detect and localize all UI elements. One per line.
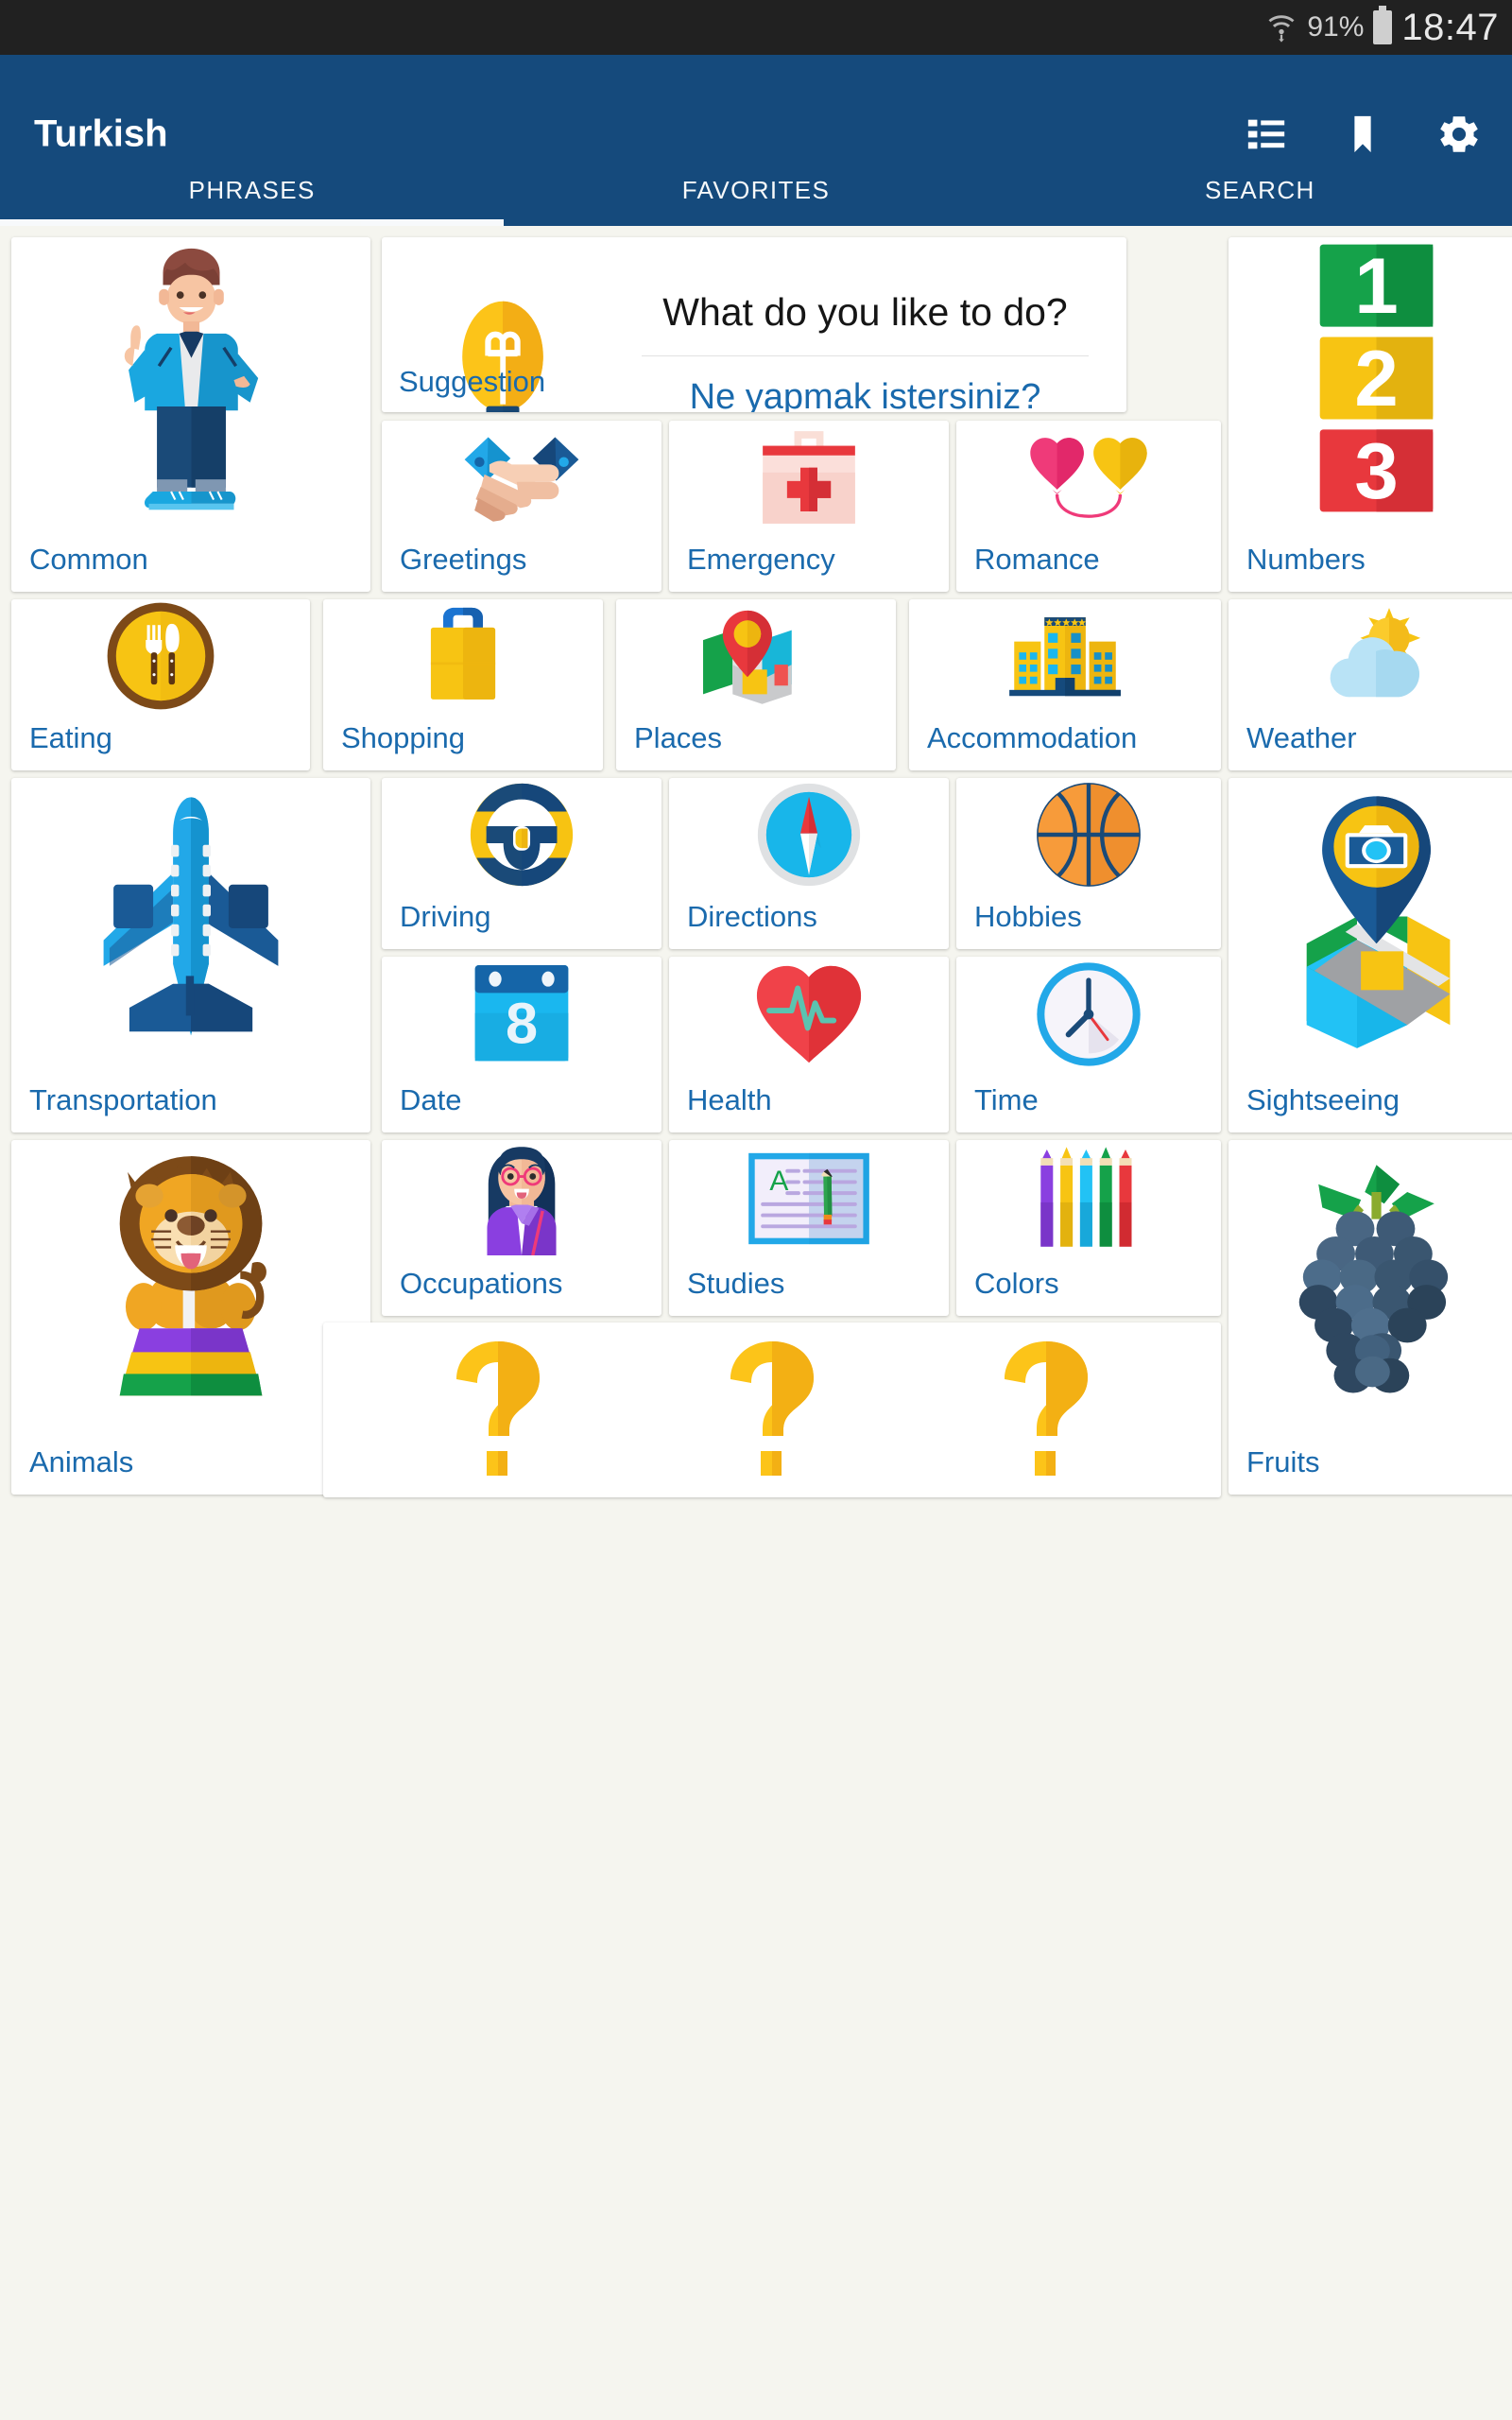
basketball-icon [956, 778, 1221, 890]
tab-bar: PHRASES FAVORITES SEARCH [0, 154, 1512, 226]
question-mark-icon [721, 1338, 823, 1482]
heart-balloons-icon [956, 421, 1221, 533]
category-label: Emergency [687, 543, 835, 576]
fork-knife-icon [11, 599, 310, 712]
category-card-greetings[interactable]: Greetings [382, 421, 662, 592]
category-card-romance[interactable]: Romance [956, 421, 1221, 592]
category-label: Hobbies [974, 900, 1082, 933]
category-label: Accommodation [927, 721, 1138, 754]
category-card-health[interactable]: Health [669, 957, 949, 1132]
handshake-icon [382, 421, 662, 533]
category-card-animals[interactable]: Animals [11, 1140, 370, 1495]
lion-icon [11, 1140, 370, 1421]
category-card-eating[interactable]: Eating [11, 599, 310, 770]
category-card-shopping[interactable]: Shopping [323, 599, 603, 770]
sun-cloud-icon [1228, 599, 1512, 712]
bookmark-icon[interactable] [1338, 110, 1387, 159]
category-card-hobbies[interactable]: Hobbies [956, 778, 1221, 949]
first-aid-kit-icon [669, 421, 949, 533]
category-label: Colors [974, 1267, 1059, 1300]
colored-pencils-icon [956, 1140, 1221, 1257]
steering-wheel-icon [382, 778, 662, 890]
svg-text:2: 2 [1354, 335, 1398, 423]
category-card-fruits[interactable]: Fruits [1228, 1140, 1512, 1495]
category-label: Occupations [400, 1267, 563, 1300]
category-label: Time [974, 1083, 1039, 1116]
category-label: Health [687, 1083, 772, 1116]
svg-text:1: 1 [1354, 242, 1398, 330]
category-card-driving[interactable]: Driving [382, 778, 662, 949]
category-card-date[interactable]: 8 Date [382, 957, 662, 1132]
suggestion-label: Suggestion [399, 365, 546, 398]
svg-text:3: 3 [1354, 426, 1398, 514]
category-label: Common [29, 543, 148, 576]
category-card-common[interactable]: Common [11, 237, 370, 592]
app-bar: Turkish PHRASES FAVORITES SEARCH [0, 55, 1512, 226]
wifi-icon [1265, 11, 1297, 43]
notebook-pencil-icon: A [669, 1140, 949, 1257]
category-label: Places [634, 721, 723, 754]
category-label: Studies [687, 1267, 785, 1300]
category-card-accommodation[interactable]: Accommodation [909, 599, 1221, 770]
category-card-occupations[interactable]: Occupations [382, 1140, 662, 1316]
svg-text:A: A [769, 1166, 788, 1197]
category-card-studies[interactable]: A Studies [669, 1140, 949, 1316]
placeholder-card[interactable] [323, 1322, 1221, 1497]
category-card-colors[interactable]: Colors [956, 1140, 1221, 1316]
category-card-sightseeing[interactable]: Sightseeing [1228, 778, 1512, 1132]
category-label: Animals [29, 1445, 134, 1478]
category-label: Transportation [29, 1083, 217, 1116]
category-card-weather[interactable]: Weather [1228, 599, 1512, 770]
question-mark-icon [995, 1338, 1097, 1482]
category-label: Fruits [1246, 1445, 1320, 1478]
camera-pin-map-icon [1228, 778, 1512, 1059]
list-view-icon[interactable] [1242, 110, 1291, 159]
category-label: Numbers [1246, 543, 1366, 576]
app-bar-actions [1242, 110, 1484, 159]
numbers-123-icon: 1 2 3 [1228, 237, 1512, 518]
category-card-time[interactable]: Time [956, 957, 1221, 1132]
category-label: Date [400, 1083, 462, 1116]
category-label: Directions [687, 900, 817, 933]
suggestion-english: What do you like to do? [642, 290, 1089, 356]
calendar-icon: 8 [382, 957, 662, 1072]
tab-search[interactable]: SEARCH [1008, 154, 1512, 226]
phrase-category-grid: Common What do you like to do? Ne yapmak… [0, 226, 1512, 2420]
category-card-transportation[interactable]: Transportation [11, 778, 370, 1132]
heart-pulse-icon [669, 957, 949, 1072]
suggestion-card[interactable]: What do you like to do? Ne yapmak isters… [382, 237, 1126, 412]
airplane-icon [11, 778, 370, 1059]
clock-icon [956, 957, 1221, 1072]
hotel-building-icon [909, 599, 1221, 712]
category-card-emergency[interactable]: Emergency [669, 421, 949, 592]
status-bar: 91% 18:47 [0, 0, 1512, 55]
clock-time-label: 18:47 [1401, 6, 1499, 48]
page-title: Turkish [34, 112, 168, 155]
suggestion-translation: Ne yapmak istersiniz? [689, 377, 1041, 412]
grapes-icon [1228, 1140, 1512, 1421]
tab-phrases[interactable]: PHRASES [0, 154, 505, 226]
battery-percent-label: 91% [1307, 11, 1365, 43]
battery-icon [1373, 6, 1393, 44]
tab-favorites[interactable]: FAVORITES [504, 154, 1007, 226]
category-card-places[interactable]: Places [616, 599, 896, 770]
compass-icon [669, 778, 949, 890]
category-label: Weather [1246, 721, 1357, 754]
question-mark-icon [447, 1338, 549, 1482]
suggestion-texts: What do you like to do? Ne yapmak isters… [642, 290, 1089, 412]
category-label: Shopping [341, 721, 466, 754]
map-pin-icon [616, 599, 896, 712]
gear-icon[interactable] [1435, 110, 1484, 159]
category-label: Greetings [400, 543, 527, 576]
category-card-directions[interactable]: Directions [669, 778, 949, 949]
category-label: Driving [400, 900, 491, 933]
svg-text:8: 8 [506, 991, 538, 1056]
category-label: Romance [974, 543, 1100, 576]
category-label: Sightseeing [1246, 1083, 1400, 1116]
category-card-numbers[interactable]: 1 2 3 Numbers [1228, 237, 1512, 592]
woman-professional-icon [382, 1140, 662, 1257]
category-label: Eating [29, 721, 112, 754]
person-pointing-icon [11, 237, 370, 518]
shopping-bag-icon [323, 599, 603, 712]
